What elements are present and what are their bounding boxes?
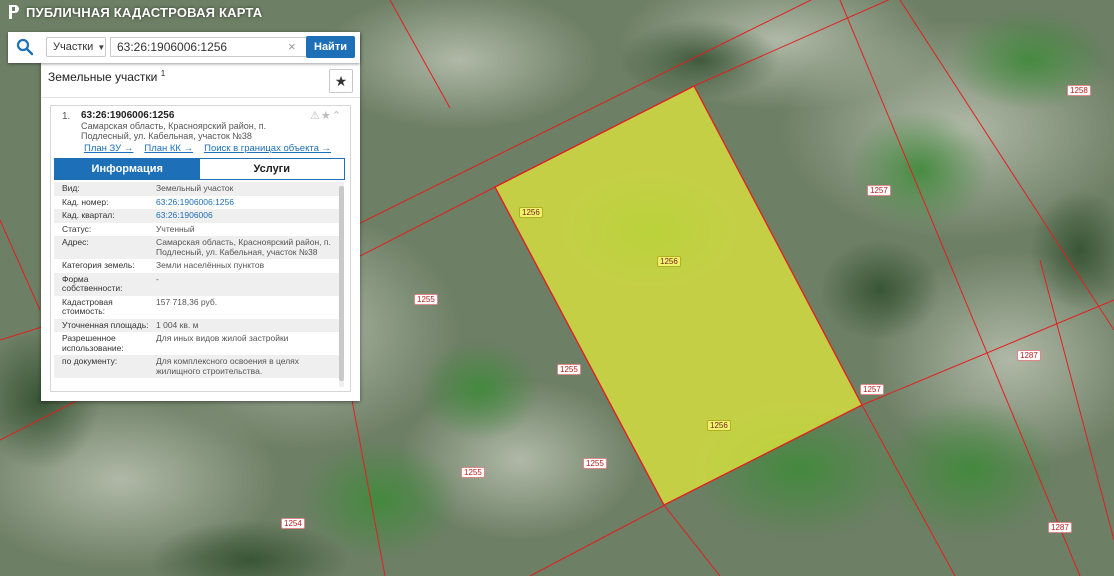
info-key: Вид: <box>62 183 80 193</box>
info-value: Земли населённых пунктов <box>156 260 265 270</box>
parcel-label: 1255 <box>461 467 485 478</box>
section-title-text: Земельные участки <box>48 70 158 84</box>
result-index: 1. <box>62 111 71 122</box>
find-button[interactable]: Найти <box>306 36 355 58</box>
info-value: Для иных видов жилой застройки <box>156 333 289 343</box>
star-icon: ★ <box>334 72 348 89</box>
info-scrollbar[interactable] <box>339 182 344 387</box>
info-row: Категория земель: Земли населённых пункто… <box>54 259 339 273</box>
info-key: Уточненная площадь: <box>62 319 149 330</box>
clear-icon[interactable]: × <box>288 40 296 53</box>
parcel-label: 1255 <box>557 364 581 375</box>
scrollbar-thumb[interactable] <box>339 186 344 381</box>
app-title: ПУБЛИЧНАЯ КАДАСТРОВАЯ КАРТА <box>26 4 263 20</box>
parcel-label: 1287 <box>1048 522 1072 533</box>
info-key: Форма собственности: <box>62 273 123 293</box>
warning-icon[interactable]: ⚠ <box>310 110 321 122</box>
star-icon[interactable]: ★ <box>321 110 332 122</box>
info-value[interactable]: 63:26:1906006:1256 <box>150 197 336 208</box>
results-panel: Земельные участки 1 ★ 1. 63:26:1906006:1… <box>41 33 360 401</box>
parcel-label: 1256 <box>519 207 543 218</box>
parcel-label: 1254 <box>281 518 305 529</box>
result-cadastral-id[interactable]: 63:26:1906006:1256 <box>81 110 174 121</box>
info-key: Разрешенное использование: <box>62 333 124 353</box>
parcel-label: 1257 <box>860 384 884 395</box>
section-title: Земельные участки 1 <box>48 69 165 84</box>
search-icon[interactable] <box>16 38 34 56</box>
search-input[interactable]: 63:26:1906006:1256 <box>110 37 306 57</box>
card-actions: ⚠★⌃ <box>310 109 342 122</box>
chevron-down-icon: ▼ <box>97 42 106 52</box>
info-key: Кадастровая стоимость: <box>62 296 113 316</box>
info-key: Статус: <box>62 223 92 234</box>
divider <box>41 97 360 98</box>
parcel-label: 1256 <box>707 420 731 431</box>
info-key: Кад. квартал: <box>62 210 115 220</box>
tab-services[interactable]: Услуги <box>199 159 344 179</box>
info-key: Категория земель: <box>62 260 135 270</box>
info-row: Кад. квартал: 63:26:1906006 <box>54 209 339 223</box>
info-row: Адрес: Самарская область, Красноярский ра… <box>54 236 339 259</box>
parcel-label: 1287 <box>1017 350 1041 361</box>
parcel-label: 1256 <box>657 256 681 267</box>
info-value: - <box>156 273 159 284</box>
favorite-button[interactable]: ★ <box>329 69 353 93</box>
info-row: Статус: Учтенный <box>54 223 339 237</box>
parcel-label: 1255 <box>583 458 607 469</box>
card-links: План ЗУ → План КК → Поиск в границах объ… <box>84 143 331 154</box>
info-value: Учтенный <box>156 223 195 234</box>
info-table: Вид: Земельный участок Кад. номер: 63:26:19… <box>54 182 339 387</box>
info-row: Вид: Земельный участок <box>54 182 339 196</box>
rosreestr-logo-icon <box>9 5 19 19</box>
object-type-select[interactable]: Участки ▼ <box>46 37 106 57</box>
info-value[interactable]: 63:26:1906006 <box>150 210 336 221</box>
collapse-icon[interactable]: ⌃ <box>332 110 342 122</box>
object-type-label: Участки <box>53 41 94 53</box>
tab-information[interactable]: Информация <box>55 159 200 179</box>
search-in-bounds-link[interactable]: Поиск в границах объекта → <box>204 143 331 154</box>
result-card[interactable]: 1. 63:26:1906006:1256 Самарская область,… <box>50 105 351 392</box>
info-value: 1 004 кв. м <box>156 319 199 330</box>
parcel-label: 1255 <box>414 294 438 305</box>
info-row: Разрешенное использование: Для иных видов… <box>54 332 339 355</box>
info-key: Кад. номер: <box>62 196 109 207</box>
info-row: Кадастровая стоимость: 157 718,36 руб. <box>54 296 339 319</box>
info-value: 157 718,36 руб. <box>156 296 218 307</box>
plan-zu-link[interactable]: План ЗУ → <box>84 143 133 154</box>
parcel-label: 1257 <box>867 185 891 196</box>
info-row: Кад. номер: 63:26:1906006:1256 <box>54 196 339 210</box>
info-row: Уточненная площадь: 1 004 кв. м <box>54 318 339 332</box>
parcel-label: 1258 <box>1067 85 1091 96</box>
info-value: Земельный участок <box>156 183 234 193</box>
plan-kk-link[interactable]: План КК → <box>144 143 193 154</box>
search-bar: Участки ▼ 63:26:1906006:1256 × Найти <box>8 32 360 63</box>
results-count: 1 <box>160 69 166 78</box>
info-row: Форма собственности: - <box>54 272 339 296</box>
info-key: по документу: <box>62 356 118 366</box>
info-value: Самарская область, Красноярский район, п… <box>156 237 331 257</box>
info-row: по документу: Для комплексного освоения в… <box>54 355 339 378</box>
info-key: Адрес: <box>62 237 89 247</box>
app-header: ПУБЛИЧНАЯ КАДАСТРОВАЯ КАРТА <box>6 4 262 20</box>
info-tabs: Информация Услуги <box>54 158 345 180</box>
result-address: Самарская область, Красноярский район, п… <box>81 121 267 141</box>
info-value: Для комплексного освоения в целях жилищн… <box>156 356 300 376</box>
